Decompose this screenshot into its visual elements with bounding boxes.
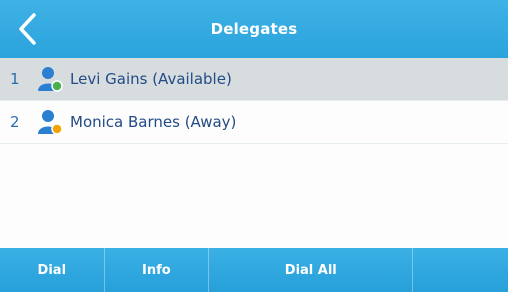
contact-available-icon: [36, 65, 64, 93]
empty-softkey[interactable]: [413, 248, 508, 292]
top-bar: Delegates: [0, 0, 508, 58]
dial-button[interactable]: Dial: [0, 248, 105, 292]
contact-away-icon: [36, 108, 64, 136]
page-title: Delegates: [210, 20, 298, 38]
info-button[interactable]: Info: [105, 248, 210, 292]
row-index: 1: [10, 70, 20, 88]
delegate-name: Levi Gains (Available): [70, 70, 232, 88]
softkey-bar: Dial Info Dial All: [0, 248, 508, 292]
delegate-name: Monica Barnes (Away): [70, 113, 237, 131]
delegate-row-2[interactable]: 2 Monica Barnes (Away): [0, 101, 508, 144]
delegate-list: 1 Levi Gains (Available) 2 Monica Barnes: [0, 58, 508, 144]
delegate-row-1[interactable]: 1 Levi Gains (Available): [0, 58, 508, 101]
dial-all-button[interactable]: Dial All: [209, 248, 414, 292]
row-index: 2: [10, 113, 20, 131]
delegates-screen: Delegates 1 Levi Gains (Available) 2 Mon…: [0, 0, 508, 292]
